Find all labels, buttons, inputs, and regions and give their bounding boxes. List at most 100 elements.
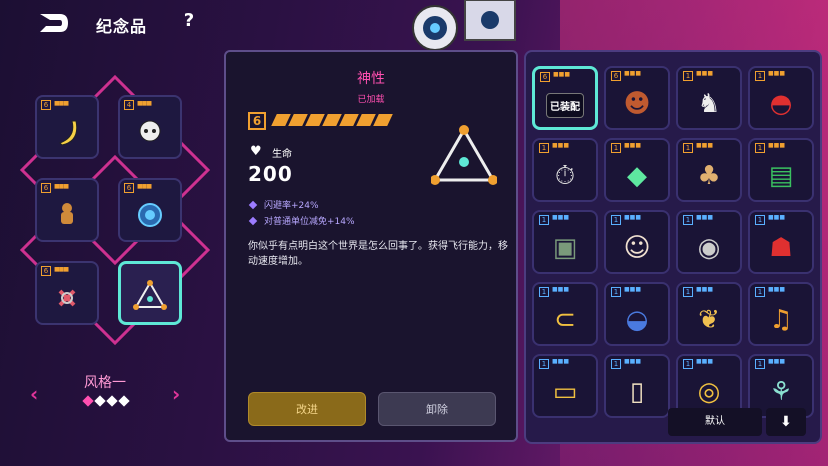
rank-dots: ■■■ [552, 214, 570, 221]
headband-icon: ⊂ [554, 305, 576, 335]
loadout-slot[interactable]: 6 ■■■ [35, 178, 99, 242]
rank-dots: ■■■ [768, 358, 786, 365]
card-icon: ▯ [629, 377, 645, 407]
rank-dots: ■■■ [768, 214, 786, 221]
shield-orb-icon [138, 203, 162, 227]
loadout-slot[interactable]: 4 ■■■ [118, 95, 182, 159]
helmet-icon: ◒ [625, 305, 649, 335]
inventory-item[interactable]: 6 ■■■ ☻ [604, 66, 670, 130]
banana-icon [59, 120, 78, 146]
inventory-item[interactable]: 1 ■■■ ▣ [532, 210, 598, 274]
rank-dots: ■■■ [624, 358, 642, 365]
badge-icon: ▭ [552, 377, 578, 407]
rank-dots: ■■■ [552, 358, 570, 365]
rank-dots: ■■■ [137, 183, 152, 190]
inventory-item[interactable]: 1 ■■■ ▤ [748, 138, 814, 202]
rank-dots: ■■■ [696, 70, 714, 77]
inventory-item[interactable]: 1 ■■■ ▯ [604, 354, 670, 418]
horse-head-icon: ♞ [697, 89, 721, 119]
rank-dots: ■■■ [624, 286, 642, 293]
hp-value: 200 [248, 162, 293, 186]
style-page-dots [82, 395, 130, 407]
eye-icon: ◉ [697, 233, 721, 263]
robot-character-art [412, 0, 516, 51]
inventory-item[interactable]: 1 ■■■ ⊂ [532, 282, 598, 346]
equipped-label: 已装配 [546, 92, 584, 118]
item-status: 已加载 [357, 95, 385, 105]
inventory-item[interactable]: 1 ■■■ ▭ [532, 354, 598, 418]
inventory-item[interactable]: 1 ■■■ ☗ [748, 210, 814, 274]
crystal-icon: ◆ [627, 161, 647, 191]
rank-dots: ■■■ [768, 142, 786, 149]
remove-button[interactable]: 卸除 [378, 392, 496, 426]
rank-dots: ■■■ [768, 286, 786, 293]
gingerbread-icon [61, 203, 73, 224]
hp-label: 生命 [272, 149, 292, 160]
inventory-item[interactable]: 1 ■■■ ☺ [604, 210, 670, 274]
inventory-item[interactable]: 1 ■■■ ⏱ [532, 138, 598, 202]
equipped-loadout: 6 ■■■ 4 ■■■ 6 ■■■ 6 ■■■ 6 ■■■ [20, 75, 210, 345]
loadout-slot-selected[interactable] [118, 261, 182, 325]
cost-pips [271, 114, 393, 126]
item-name: 神性 [357, 71, 385, 87]
monster-head-icon: ☻ [623, 89, 651, 119]
item-detail-panel: 神性 已加载 6 ♥ 生命 200 闪避率+24% 对普通单位减免+14% 你似… [224, 50, 518, 442]
triangle-artifact-icon [431, 125, 497, 185]
lucky-cat-icon: ☺ [623, 233, 651, 263]
inventory-item[interactable]: 1 ■■■ ◆ [604, 138, 670, 202]
back-icon[interactable] [36, 12, 70, 34]
sprout-icon: ⚘ [769, 377, 793, 407]
rank-dots: ■■■ [768, 70, 786, 77]
rank-dots: ■■■ [696, 286, 714, 293]
skull-icon [139, 120, 161, 142]
mask-icon: ☗ [769, 233, 793, 263]
inventory-item[interactable]: 1 ■■■ ♣ [676, 138, 742, 202]
rank-dots: ■■■ [624, 214, 642, 221]
rank-dots: ■■■ [553, 71, 571, 78]
inventory-item[interactable]: 1 ■■■ ◒ [604, 282, 670, 346]
triangle-artifact-icon [133, 280, 167, 310]
rank-dots: ■■■ [624, 142, 642, 149]
item-description: 你似乎有点明白这个世界是怎么回事了。获得飞行能力，移动速度增加。 [248, 241, 508, 267]
chain-icon [58, 289, 76, 307]
inventory-item[interactable]: 1 ■■■ ◓ [748, 66, 814, 130]
rank-dots: ■■■ [696, 214, 714, 221]
rank-dots: ■■■ [54, 183, 69, 190]
inventory-item[interactable]: 1 ■■■ ❦ [676, 282, 742, 346]
mushroom-icon: ♣ [697, 161, 721, 191]
help-icon[interactable]: ? [178, 10, 200, 32]
rank-dots: ■■■ [552, 286, 570, 293]
inventory-item-equipped[interactable]: 6 ■■■ 已装配 [532, 66, 598, 130]
loadout-slot[interactable]: 6 ■■■ [35, 261, 99, 325]
loadout-slot[interactable]: 6 ■■■ [35, 95, 99, 159]
top-bar: 纪念品 ? [0, 0, 300, 48]
stopwatch-icon: ⏱ [554, 160, 576, 191]
stat-line: 对普通单位减免+14% [248, 214, 355, 227]
rank-dots: ■■■ [552, 142, 570, 149]
rank-dots: ■■■ [54, 266, 69, 273]
rank-dots: ■■■ [696, 142, 714, 149]
inventory-item[interactable]: 1 ■■■ ◉ [676, 210, 742, 274]
rank-dots: ■■■ [54, 100, 69, 107]
rank-dots: ■■■ [137, 100, 152, 107]
upgrade-button[interactable]: 改进 [248, 392, 366, 426]
bell-icon: ♫ [769, 305, 793, 335]
next-style-button[interactable]: › [172, 382, 180, 406]
cash-icon: ▤ [768, 161, 794, 191]
rank-dots: ■■■ [696, 358, 714, 365]
leaf-icon: ❦ [698, 305, 720, 335]
prev-style-button[interactable]: ‹ [30, 382, 38, 406]
sort-button[interactable]: ⬇ [766, 408, 806, 436]
rank-dots: ■■■ [624, 70, 642, 77]
heart-icon: ♥ [250, 144, 262, 159]
stat-line: 闪避率+24% [248, 198, 319, 211]
cap-icon: ◓ [769, 89, 793, 119]
inventory-item[interactable]: 1 ■■■ ♞ [676, 66, 742, 130]
loadout-slot[interactable]: 6 ■■■ [118, 178, 182, 242]
page-title: 纪念品 [96, 17, 148, 36]
style-label: 风格一 [84, 375, 126, 391]
inventory-item[interactable]: 1 ■■■ ♫ [748, 282, 814, 346]
cost-badge: 6 [248, 112, 266, 130]
frame-icon: ▣ [552, 233, 578, 263]
default-button[interactable]: 默认 [668, 408, 762, 436]
